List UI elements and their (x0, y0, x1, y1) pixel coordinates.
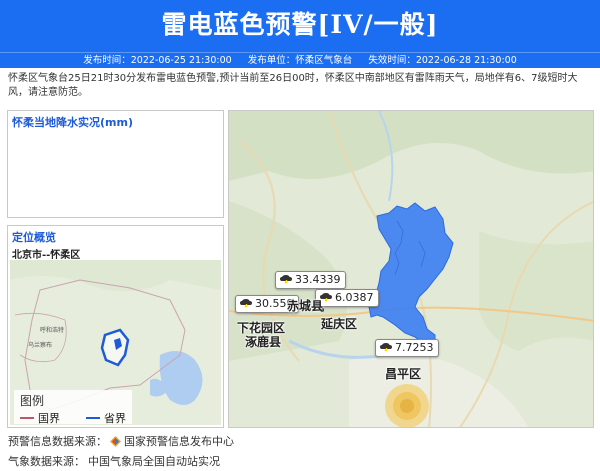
legend-label: 国界 (38, 412, 60, 425)
city-label-chicheng: 赤城县 (287, 299, 324, 313)
map-legend: 图例 国界 省界 (14, 390, 132, 425)
location-panel-title: 定位概览 (12, 231, 56, 244)
rain-value: 33.4339 (295, 273, 341, 286)
issuer-label: 发布单位： (247, 55, 296, 66)
city-label-zhuolu: 涿鹿县 (245, 335, 282, 349)
legend-label: 省界 (104, 412, 126, 425)
mini-map-city-label: 呼和浩特 (40, 326, 64, 334)
mini-map-city-label: 乌兰察布 (28, 341, 52, 349)
release-center-logo-icon (110, 435, 121, 447)
warning-source-line: 预警信息数据来源： 国家预警信息发布中心 (8, 433, 234, 449)
city-label-changping: 昌平区 (385, 367, 422, 381)
warning-header: 雷电蓝色预警[IV/一般] (0, 0, 600, 52)
warning-area-map[interactable]: 33.4339 30.559 6.0387 7.7253 赤城县 下花园区 涿鹿… (228, 110, 594, 428)
legend-title: 图例 (20, 394, 45, 408)
legend-row: 国界 省界 (20, 410, 126, 425)
weather-source-line: 气象数据来源： 中国气象局全国自动站实况 (8, 453, 220, 469)
expire-time-label: 失效时间： (368, 55, 416, 66)
thunderstorm-icon (280, 275, 292, 285)
warning-info-bar: 发布时间：2022-06-25 21:30:00 发布单位：怀柔区气象台 失效时… (0, 52, 600, 68)
weather-source-label: 气象数据来源： (8, 455, 85, 468)
rainfall-panel-title: 怀柔当地降水实况(mm) (12, 116, 133, 129)
city-label-yanqing: 延庆区 (321, 317, 358, 331)
rain-value: 6.0387 (335, 291, 374, 304)
rain-station-marker[interactable]: 6.0387 (315, 289, 379, 307)
issue-time: 2022-06-25 21:30:00 (130, 55, 232, 66)
rain-station-marker[interactable]: 7.7253 (375, 339, 439, 357)
warning-source-value: 国家预警信息发布中心 (124, 435, 234, 448)
province-border-swatch (86, 417, 100, 419)
rain-station-marker[interactable]: 33.4339 (275, 271, 346, 289)
warning-description: 怀柔区气象台25日21时30分发布雷电蓝色预警,预计当前至26日00时，怀柔区中… (8, 73, 578, 98)
rainfall-panel: 怀柔当地降水实况(mm) (7, 110, 224, 218)
expire-time: 2022-06-28 21:30:00 (415, 55, 517, 66)
thunderstorm-icon (380, 343, 392, 353)
location-panel: 定位概览 北京市--怀柔区 呼和浩特 乌兰察布 图例 国界 省界 (7, 225, 224, 428)
issue-time-label: 发布时间： (83, 55, 131, 66)
issuer: 怀柔区气象台 (295, 55, 353, 66)
national-border-swatch (20, 417, 34, 419)
thunderstorm-icon (240, 299, 252, 309)
warning-title: 雷电蓝色预警[IV/一般] (161, 10, 439, 39)
overview-mini-map[interactable]: 呼和浩特 乌兰察布 图例 国界 省界 (10, 260, 221, 425)
beijing-urban-area (385, 384, 429, 427)
weather-source-value: 中国气象局全国自动站实况 (88, 455, 220, 468)
rain-value: 7.7253 (395, 341, 434, 354)
warning-source-label: 预警信息数据来源： (8, 435, 107, 448)
